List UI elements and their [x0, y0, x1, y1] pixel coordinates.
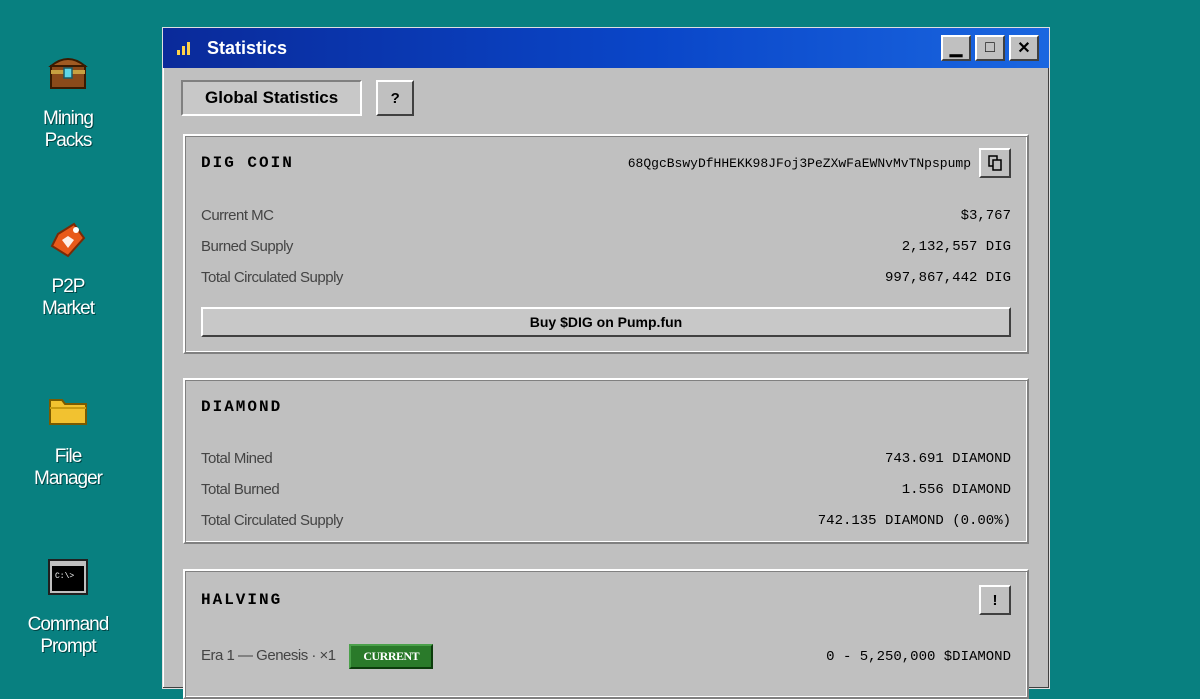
- desktop-icon-label: P2P Market: [41, 276, 95, 319]
- buy-dig-button[interactable]: Buy $DIG on Pump.fun: [201, 307, 1011, 337]
- stat-row-burned-supply: Burned Supply 2,132,557 DIG: [201, 231, 1011, 262]
- desktop-icon-file-manager[interactable]: File Manager: [18, 390, 118, 490]
- stat-value: 2,132,557 DIG: [901, 238, 1011, 255]
- current-badge: CURRENT: [349, 644, 434, 669]
- maximize-button[interactable]: □: [975, 35, 1005, 61]
- folder-icon: [48, 390, 88, 430]
- close-icon: ✕: [1017, 40, 1031, 57]
- stat-value: $3,767: [960, 207, 1011, 224]
- stat-label: Current MC: [201, 207, 274, 224]
- close-button[interactable]: ✕: [1009, 35, 1039, 61]
- era-label: Era 1 — Genesis · ×1: [201, 647, 336, 664]
- stat-row-total-mined: Total Mined 743.691 DIAMOND: [201, 443, 1011, 474]
- stat-row-current-mc: Current MC $3,767: [201, 200, 1011, 231]
- treasure-chest-icon: [48, 52, 88, 92]
- stat-row-total-circulated: Total Circulated Supply 742.135 DIAMOND …: [201, 505, 1011, 536]
- stat-label: Total Burned: [201, 481, 280, 498]
- stat-label: Burned Supply: [201, 238, 293, 255]
- desktop-icon-mining-packs[interactable]: Mining Packs: [18, 52, 118, 152]
- copy-icon: [988, 155, 1002, 171]
- statistics-window: Statistics ▁ □ ✕ Global Statistics ? DIG…: [162, 27, 1050, 699]
- tab-global-statistics[interactable]: Global Statistics: [181, 80, 363, 116]
- desktop-icon-label: File Manager: [34, 446, 103, 489]
- desktop-icon-p2p-market[interactable]: P2P Market: [18, 220, 118, 320]
- help-button[interactable]: ?: [376, 80, 415, 116]
- window-title: Statistics: [207, 37, 288, 58]
- halving-info-button[interactable]: !: [979, 585, 1011, 615]
- title-bar[interactable]: Statistics ▁ □ ✕: [163, 28, 1049, 68]
- halving-panel: HALVING ! Era 1 — Genesis · ×1 CURRENT 0…: [183, 569, 1029, 699]
- dig-coin-title: DIG COIN: [201, 154, 294, 172]
- desktop-icon-label: Mining Packs: [43, 108, 94, 151]
- maximize-icon: □: [985, 39, 995, 56]
- era-label-wrap: Era 1 — Genesis · ×1 CURRENT: [201, 644, 434, 669]
- dig-coin-panel: DIG COIN 68QgcBswyDfHHEKK98JFoj3PeZXwFaE…: [183, 134, 1029, 354]
- stat-value: 742.135 DIAMOND (0.00%): [817, 512, 1011, 529]
- stat-value: 743.691 DIAMOND: [884, 450, 1011, 467]
- toolbar: Global Statistics ?: [163, 68, 1049, 116]
- stat-label: Total Circulated Supply: [201, 512, 343, 529]
- era-row: Era 1 — Genesis · ×1 CURRENT 0 - 5,250,0…: [201, 641, 1011, 672]
- diamond-panel: DIAMOND Total Mined 743.691 DIAMOND Tota…: [183, 378, 1029, 544]
- stat-label: Total Circulated Supply: [201, 269, 343, 286]
- stat-value: 1.556 DIAMOND: [901, 481, 1011, 498]
- desktop-icon-label: Command Prompt: [27, 614, 110, 657]
- stat-row-total-circulated: Total Circulated Supply 997,867,442 DIG: [201, 262, 1011, 293]
- stat-value: 997,867,442 DIG: [884, 269, 1011, 286]
- diamond-tag-icon: [48, 220, 88, 260]
- token-address: 68QgcBswyDfHHEKK98JFoj3PeZXwFaEWNvMvTNps…: [627, 155, 971, 171]
- halving-title: HALVING: [201, 591, 283, 609]
- bar-chart-icon: [177, 41, 195, 55]
- stat-row-total-burned: Total Burned 1.556 DIAMOND: [201, 474, 1011, 505]
- desktop-icon-command-prompt[interactable]: C:\> Command Prompt: [18, 558, 118, 658]
- minimize-button[interactable]: ▁: [941, 35, 971, 61]
- terminal-icon: C:\>: [48, 558, 88, 598]
- terminal-prompt-text: C:\>: [55, 572, 74, 581]
- era-range: 0 - 5,250,000 $DIAMOND: [826, 648, 1011, 665]
- diamond-title: DIAMOND: [201, 398, 283, 416]
- copy-address-button[interactable]: [979, 148, 1011, 178]
- minimize-icon: ▁: [949, 40, 963, 57]
- stat-label: Total Mined: [201, 450, 273, 467]
